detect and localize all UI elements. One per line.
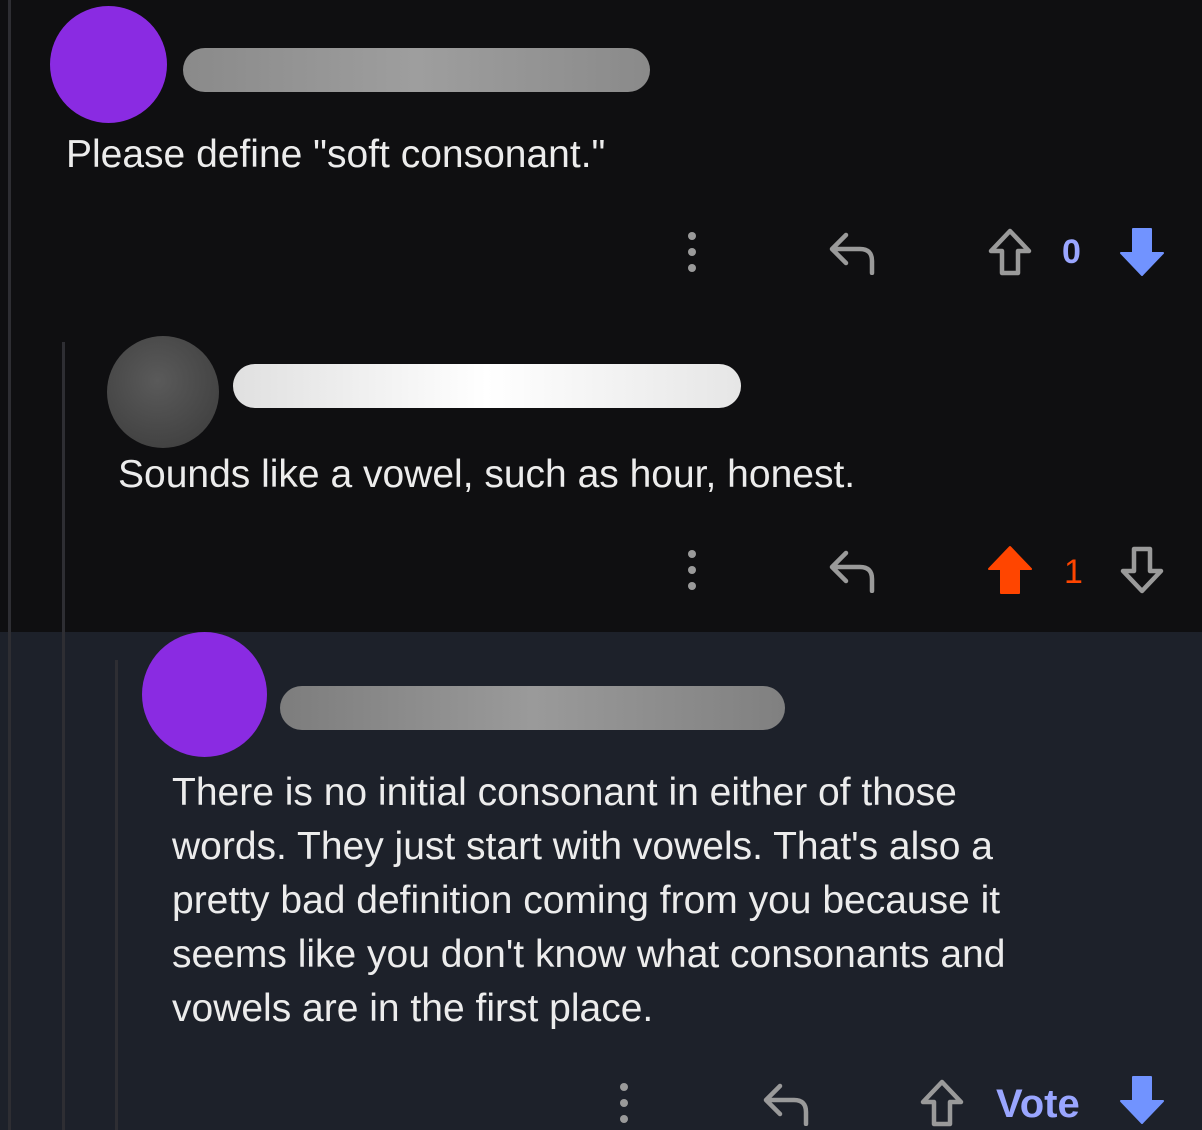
- vote-score: 0: [1062, 233, 1081, 271]
- redacted-username: [183, 48, 650, 92]
- comment-body: There is no initial consonant in either …: [172, 771, 1006, 1030]
- vote-label: Vote: [996, 1082, 1080, 1126]
- redacted-username: [233, 364, 741, 408]
- upvote-button[interactable]: [912, 1076, 972, 1130]
- upvote-button[interactable]: [980, 222, 1040, 282]
- upvote-arrow-icon: [920, 1079, 964, 1127]
- reply-button[interactable]: [818, 222, 884, 282]
- downvote-button[interactable]: [1112, 540, 1172, 600]
- reply-button[interactable]: [818, 540, 884, 600]
- more-vertical-icon: [688, 550, 696, 590]
- avatar[interactable]: [142, 632, 267, 757]
- vote-score: 1: [1064, 553, 1083, 591]
- reply-icon: [829, 232, 875, 275]
- avatar[interactable]: [50, 6, 167, 123]
- more-options-button[interactable]: [602, 1076, 646, 1130]
- reply-button[interactable]: [752, 1076, 818, 1130]
- reply-icon: [763, 1083, 809, 1126]
- more-vertical-icon: [620, 1083, 628, 1123]
- comment-body: Sounds like a vowel, such as hour, hones…: [118, 453, 856, 496]
- downvote-button[interactable]: [1112, 1070, 1172, 1130]
- more-options-button[interactable]: [670, 540, 714, 600]
- thread-line-root[interactable]: [8, 0, 11, 1130]
- downvote-button[interactable]: [1112, 222, 1172, 282]
- downvote-arrow-icon: [1120, 1076, 1164, 1124]
- thread-line-level-1[interactable]: [62, 342, 65, 1130]
- downvote-arrow-icon: [1120, 546, 1164, 594]
- avatar[interactable]: [107, 336, 219, 448]
- upvote-arrow-icon: [988, 228, 1032, 276]
- upvote-arrow-icon: [988, 546, 1032, 594]
- redacted-username: [280, 686, 785, 730]
- comment-body: Please define "soft consonant.": [66, 133, 606, 176]
- more-options-button[interactable]: [670, 222, 714, 282]
- reply-icon: [829, 550, 875, 593]
- thread-line-level-2[interactable]: [115, 660, 118, 1130]
- downvote-arrow-icon: [1120, 228, 1164, 276]
- comment-thread: Please define "soft consonant." 0 Sounds…: [0, 0, 1202, 1130]
- upvote-button[interactable]: [980, 540, 1040, 600]
- more-vertical-icon: [688, 232, 696, 272]
